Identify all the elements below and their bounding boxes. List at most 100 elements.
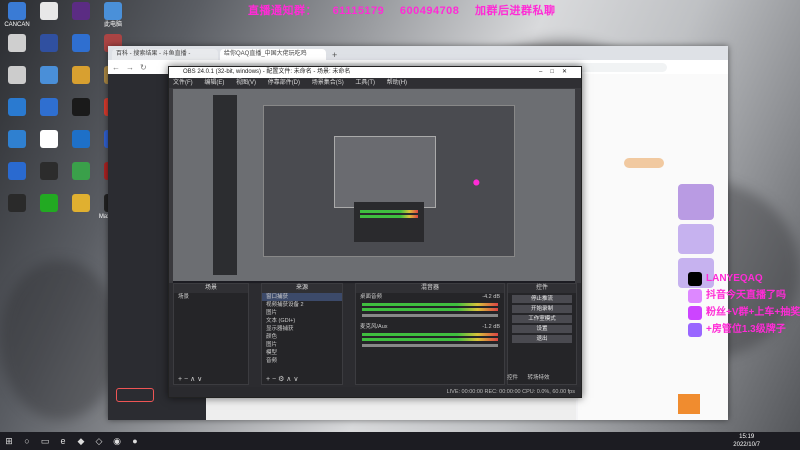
- chrome-icon[interactable]: ◉: [108, 432, 126, 450]
- desktop-icon[interactable]: [34, 162, 64, 182]
- app-icon[interactable]: ◆: [72, 432, 90, 450]
- obs-menubar: 文件(F) 编辑(E) 视图(V) 停靠部件(D) 场景集合(S) 工具(T) …: [169, 78, 581, 88]
- tiktok-icon: [688, 271, 702, 286]
- desktop-icon[interactable]: [34, 130, 64, 150]
- obs-window: OBS 24.0.1 (32-bit, windows) - 配置文件: 未命名…: [168, 66, 582, 398]
- nested-preview: [334, 136, 436, 208]
- chat-avatar: [678, 184, 714, 220]
- chat-badge[interactable]: [624, 158, 664, 168]
- app-icon: [72, 130, 90, 148]
- desktop-icon[interactable]: [34, 66, 64, 86]
- source-item[interactable]: 窗口捕获: [262, 293, 342, 301]
- volume-slider[interactable]: [362, 314, 498, 317]
- start-recording-button[interactable]: 开始录制: [512, 305, 572, 313]
- edge-icon[interactable]: e: [54, 432, 72, 450]
- stop-stream-button[interactable]: 停止推流: [512, 295, 572, 303]
- mixer-channel-label: 麦克风/Aux -1.2 dB: [356, 323, 504, 331]
- source-toolbar[interactable]: + − ⚙ ∧ ∨: [262, 375, 342, 384]
- mixer-level: -1.2 dB: [482, 324, 500, 330]
- desktop-icon[interactable]: [66, 66, 96, 86]
- source-item[interactable]: 模型: [262, 349, 342, 357]
- volume-slider[interactable]: [362, 344, 498, 347]
- obs-icon[interactable]: ●: [126, 432, 144, 450]
- obs-preview[interactable]: ⬤: [173, 89, 575, 289]
- mixer-title: 混音器: [356, 284, 504, 293]
- source-item[interactable]: 音频: [262, 357, 342, 365]
- desktop-icon[interactable]: [34, 194, 64, 214]
- app-icon: [40, 66, 58, 84]
- forward-icon[interactable]: →: [126, 63, 134, 72]
- menu-docks[interactable]: 停靠部件(D): [268, 80, 300, 86]
- studio-mode-button[interactable]: 工作室模式: [512, 315, 572, 323]
- menu-edit[interactable]: 编辑(E): [204, 80, 224, 86]
- browser-tab-active[interactable]: 给你QAQ直播_中国大佬玩吃鸡: [220, 49, 326, 60]
- menu-view[interactable]: 视图(V): [236, 80, 256, 86]
- overlay-line: +房管位1.3级牌子: [688, 321, 800, 338]
- desktop-icon[interactable]: [2, 34, 32, 54]
- app-icon: [8, 162, 26, 180]
- app-icon: [8, 66, 26, 84]
- chat-avatar: [678, 224, 714, 254]
- source-item[interactable]: 文本 (GDI+): [262, 317, 342, 325]
- send-button[interactable]: [678, 394, 700, 414]
- stream-overlay-top: 直播通知群： 61115179 600494708 加群后进群私聊: [248, 2, 567, 18]
- desktop-icon[interactable]: [34, 98, 64, 118]
- menu-scene-collection[interactable]: 场景集合(S): [312, 80, 344, 86]
- window-controls[interactable]: –□✕: [539, 67, 575, 78]
- desktop-icon[interactable]: [2, 194, 32, 214]
- desktop-icon[interactable]: [2, 98, 32, 118]
- reload-icon[interactable]: ↻: [140, 63, 147, 72]
- dock-tabs: 控件 转场特效: [507, 373, 575, 381]
- source-item[interactable]: 图片: [262, 309, 342, 317]
- menu-tools[interactable]: 工具(T): [355, 80, 375, 86]
- nested-mixer: [354, 202, 424, 242]
- start-icon[interactable]: ⊞: [0, 432, 18, 450]
- controls-panel: 控件 停止推流 开始录制 工作室模式 设置 退出: [507, 283, 577, 385]
- scene-item[interactable]: 场景: [174, 293, 248, 301]
- desktop-icon[interactable]: [2, 130, 32, 150]
- back-icon[interactable]: ←: [112, 63, 120, 72]
- app-icon[interactable]: ◇: [90, 432, 108, 450]
- desktop-icon[interactable]: CANCAN: [2, 2, 32, 29]
- app-icon: [8, 98, 26, 116]
- system-clock[interactable]: 15:19 2022/10/7: [733, 433, 760, 449]
- app-icon: [72, 34, 90, 52]
- desktop-icon[interactable]: [34, 34, 64, 54]
- exit-button[interactable]: 退出: [512, 335, 572, 343]
- sources-title: 来源: [262, 284, 342, 293]
- nested-overlay: ⬤: [473, 180, 480, 186]
- desktop-icon[interactable]: [66, 194, 96, 214]
- search-icon[interactable]: ○: [18, 432, 36, 450]
- scene-toolbar[interactable]: + − ∧ ∨: [174, 375, 248, 384]
- red-button[interactable]: [116, 388, 154, 402]
- overlay-text: 直播通知群：: [248, 5, 317, 17]
- task-view-icon[interactable]: ▭: [36, 432, 54, 450]
- source-item[interactable]: 显示器捕获: [262, 325, 342, 333]
- app-icon: [40, 34, 58, 52]
- desktop-icon[interactable]: [66, 130, 96, 150]
- browser-tab[interactable]: 百科 - 搜索结果 - 斗鱼直播 -: [112, 49, 218, 60]
- app-icon: [72, 2, 90, 20]
- nested-meter: [360, 210, 418, 213]
- overlay-text: 600494708: [399, 5, 460, 17]
- new-tab-icon[interactable]: +: [328, 50, 337, 60]
- tab-controls[interactable]: 控件: [507, 375, 518, 381]
- desktop-icon[interactable]: [34, 2, 64, 22]
- taskbar: ⊞ ○ ▭ e ◆ ◇ ◉ ● 15:19 2022/10/7: [0, 432, 800, 450]
- settings-button[interactable]: 设置: [512, 325, 572, 333]
- desktop-icon[interactable]: [2, 66, 32, 86]
- source-item[interactable]: 图片: [262, 341, 342, 349]
- tab-transitions[interactable]: 转场特效: [528, 375, 550, 381]
- desktop-icon[interactable]: [66, 34, 96, 54]
- menu-help[interactable]: 帮助(H): [387, 80, 407, 86]
- source-item[interactable]: 视频捕获设备 2: [262, 301, 342, 309]
- page-footer: [206, 400, 576, 420]
- source-item[interactable]: 颜色: [262, 333, 342, 341]
- desktop-icon[interactable]: [66, 162, 96, 182]
- desktop-icon[interactable]: [66, 2, 96, 22]
- desktop-icon[interactable]: 此电脑: [98, 2, 128, 29]
- desktop-icon[interactable]: [2, 162, 32, 182]
- menu-file[interactable]: 文件(F): [173, 80, 193, 86]
- desktop-icon[interactable]: [66, 98, 96, 118]
- desktop-icon-label: 此电脑: [103, 22, 122, 28]
